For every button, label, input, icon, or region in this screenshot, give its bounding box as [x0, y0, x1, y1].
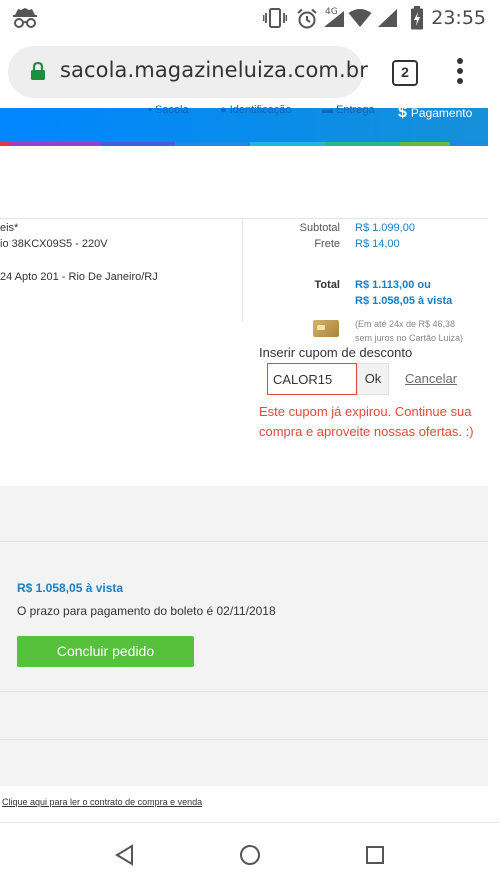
- screen: 4G 23:55 sacola.magazineluiza.com.br 2 ▪…: [0, 0, 500, 889]
- svg-text:4G: 4G: [325, 7, 338, 17]
- coupon-error-message: Este cupom já expirou. Continue sua comp…: [259, 404, 474, 439]
- total-value: R$ 1.113,00 ou: [355, 279, 431, 291]
- alarm-icon: [297, 8, 317, 29]
- tab-switcher-button[interactable]: 2: [392, 60, 418, 86]
- coupon-ok-button[interactable]: Ok: [357, 363, 389, 395]
- signal-4g-icon: 4G: [324, 7, 344, 27]
- installments-info: (Em até 24x de R$ 46,38 sem juros no Car…: [355, 319, 464, 343]
- product-model: io 38KCX09S5 - 220V: [0, 238, 108, 250]
- overflow-menu-icon[interactable]: [456, 58, 464, 88]
- total-vista-value: R$ 1.058,05 à vista: [355, 295, 453, 307]
- subtotal-value: R$ 1.099,00: [355, 222, 415, 234]
- frete-label: Frete: [314, 238, 340, 250]
- status-bar: 4G 23:55: [0, 0, 500, 36]
- person-icon: ●: [220, 104, 230, 116]
- wifi-icon: [348, 9, 372, 27]
- coupon-input[interactable]: [267, 363, 357, 395]
- coupon-cancel-link[interactable]: Cancelar: [405, 371, 457, 386]
- section-divider: [0, 218, 488, 219]
- bag-icon: ▪: [148, 104, 155, 116]
- total-label: Total: [314, 279, 340, 291]
- system-nav-bar: [0, 823, 500, 889]
- browser-toolbar: sacola.magazineluiza.com.br 2: [0, 36, 500, 108]
- dollar-icon: $: [398, 104, 407, 121]
- recents-icon[interactable]: [365, 845, 385, 865]
- back-icon[interactable]: [114, 844, 136, 866]
- subtotal-label: Subtotal: [299, 222, 340, 234]
- lock-icon: [31, 61, 45, 80]
- address-bar[interactable]: sacola.magazineluiza.com.br: [8, 46, 368, 98]
- product-name: eis*: [0, 222, 19, 234]
- payment-divider: [0, 541, 488, 542]
- contract-link[interactable]: Clique aqui para ler o contrato de compr…: [2, 797, 202, 807]
- battery-charging-icon: [411, 6, 423, 30]
- column-divider: [242, 218, 243, 322]
- conclude-order-button[interactable]: Concluir pedido: [17, 636, 194, 667]
- step-entrega: ▬ Entrega: [322, 104, 375, 116]
- vibrate-icon: [263, 8, 287, 28]
- credit-card-icon: [313, 320, 339, 337]
- step-identificacao: ● Identificação: [220, 104, 292, 116]
- checkout-steps-header: ▪ Sacola ● Identificação ▬ Entrega $ Paga…: [0, 104, 488, 146]
- coupon-label: Inserir cupom de desconto: [259, 345, 413, 360]
- price-vista: R$ 1.058,05 à vista: [17, 581, 124, 595]
- step-pagamento: $ Pagamento: [398, 104, 473, 121]
- cell-signal-icon: [378, 9, 397, 27]
- frete-value: R$ 14,00: [355, 238, 400, 250]
- clock: 23:55: [431, 7, 486, 29]
- url-text: sacola.magazineluiza.com.br: [60, 58, 368, 82]
- delivery-address: 24 Apto 201 - Rio De Janeiro/RJ: [0, 271, 158, 283]
- payment-divider: [0, 691, 488, 692]
- brand-color-strip: [0, 142, 488, 146]
- boleto-due-date: O prazo para pagamento do boleto é 02/11…: [17, 604, 276, 618]
- truck-icon: ▬: [322, 104, 337, 116]
- home-icon[interactable]: [239, 844, 261, 866]
- page-scrollbar[interactable]: [488, 108, 500, 808]
- payment-divider: [0, 739, 488, 740]
- step-sacola: ▪ Sacola: [148, 104, 189, 116]
- incognito-icon: [13, 8, 37, 28]
